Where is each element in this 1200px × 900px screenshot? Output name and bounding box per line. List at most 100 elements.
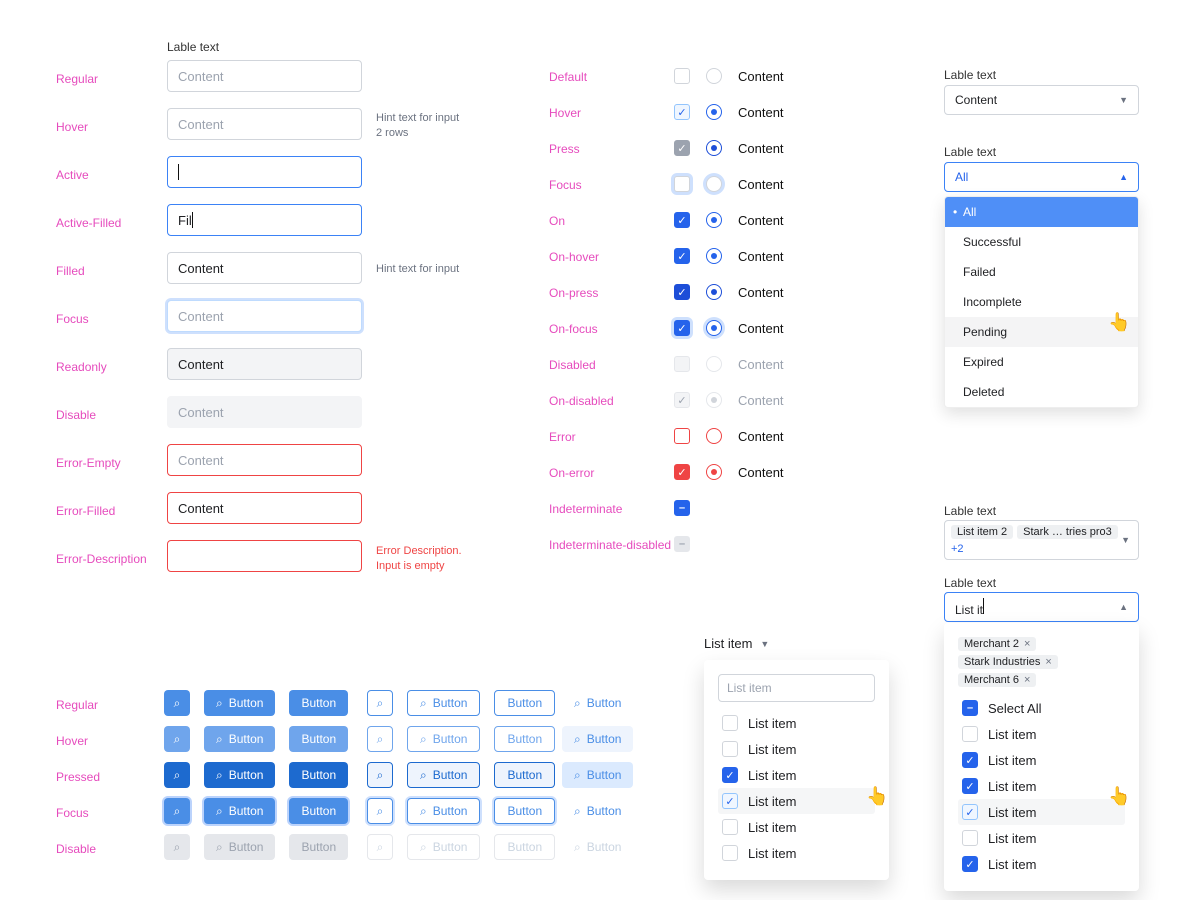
icon-button-primary[interactable]: ⌕ bbox=[164, 798, 190, 824]
list-item[interactable]: ✓List item bbox=[958, 747, 1125, 773]
select-all-row[interactable]: – Select All bbox=[958, 695, 1125, 721]
list-item[interactable]: List item bbox=[958, 825, 1125, 851]
checkbox-on-error[interactable]: ✓ bbox=[674, 464, 690, 480]
input-error-desc[interactable] bbox=[167, 540, 362, 572]
button-primary[interactable]: Button bbox=[289, 690, 348, 716]
button-outline[interactable]: ⌕Button bbox=[407, 690, 480, 716]
input-hover[interactable]: Content bbox=[167, 108, 362, 140]
radio-on-error[interactable] bbox=[706, 464, 722, 480]
select-option[interactable]: Pending bbox=[945, 317, 1138, 347]
checkbox-indeterminate[interactable]: – bbox=[674, 500, 690, 516]
list-item[interactable]: ✓List item bbox=[958, 851, 1125, 877]
checkbox[interactable]: ✓ bbox=[962, 778, 978, 794]
list-item[interactable]: ✓List item bbox=[958, 799, 1125, 825]
button-primary[interactable]: Button bbox=[289, 798, 348, 824]
input-error-empty[interactable]: Content bbox=[167, 444, 362, 476]
button-outline[interactable]: ⌕Button bbox=[407, 798, 480, 824]
button-text[interactable]: ⌕Button bbox=[562, 798, 633, 824]
checkbox-on[interactable]: ✓ bbox=[674, 212, 690, 228]
button-outline[interactable]: Button bbox=[494, 690, 555, 716]
button-primary[interactable]: ⌕Button bbox=[204, 762, 275, 788]
input-filled[interactable]: Content bbox=[167, 252, 362, 284]
icon-button-outline[interactable]: ⌕ bbox=[367, 690, 393, 716]
button-outline[interactable]: Button bbox=[494, 798, 555, 824]
checkbox[interactable]: ✓ bbox=[962, 856, 978, 872]
dropdown-search[interactable]: List item bbox=[718, 674, 875, 702]
icon-button-outline[interactable]: ⌕ bbox=[367, 762, 393, 788]
button-outline[interactable]: Button bbox=[494, 726, 555, 752]
button-primary[interactable]: ⌕Button bbox=[204, 690, 275, 716]
checkbox-hover[interactable]: ✓ bbox=[674, 104, 690, 120]
button-primary[interactable]: Button bbox=[289, 762, 348, 788]
list-item[interactable]: ✓List item bbox=[718, 788, 875, 814]
radio-error[interactable] bbox=[706, 428, 722, 444]
checkbox[interactable] bbox=[722, 741, 738, 757]
checkbox-press[interactable]: ✓ bbox=[674, 140, 690, 156]
input-active-filled[interactable]: Fil bbox=[167, 204, 362, 236]
dropdown-trigger[interactable]: List item ▼ bbox=[704, 636, 769, 651]
list-item[interactable]: ✓List item bbox=[958, 773, 1125, 799]
list-item[interactable]: ✓List item bbox=[718, 762, 875, 788]
checkbox[interactable] bbox=[722, 845, 738, 861]
radio-on-press[interactable] bbox=[706, 284, 722, 300]
icon-button-primary[interactable]: ⌕ bbox=[164, 690, 190, 716]
button-text[interactable]: ⌕Button bbox=[562, 762, 633, 788]
checkbox[interactable] bbox=[722, 819, 738, 835]
button-outline[interactable]: ⌕Button bbox=[407, 762, 480, 788]
radio-on[interactable] bbox=[706, 212, 722, 228]
icon-button-outline[interactable]: ⌕ bbox=[367, 798, 393, 824]
checkbox[interactable] bbox=[962, 830, 978, 846]
checkbox[interactable] bbox=[722, 715, 738, 731]
checkbox[interactable]: ✓ bbox=[722, 793, 738, 809]
button-primary[interactable]: ⌕Button bbox=[204, 798, 275, 824]
select-option[interactable]: Expired bbox=[945, 347, 1138, 377]
close-icon[interactable]: × bbox=[1024, 674, 1030, 686]
list-item[interactable]: List item bbox=[718, 736, 875, 762]
radio-default[interactable] bbox=[706, 68, 722, 84]
button-text[interactable]: ⌕Button bbox=[562, 726, 633, 752]
list-item[interactable]: List item bbox=[718, 840, 875, 866]
icon-button-outline[interactable]: ⌕ bbox=[367, 726, 393, 752]
button-text[interactable]: ⌕Button bbox=[562, 690, 633, 716]
icon-button-primary[interactable]: ⌕ bbox=[164, 762, 190, 788]
input-active[interactable] bbox=[167, 156, 362, 188]
list-item[interactable]: List item bbox=[718, 710, 875, 736]
select-closed[interactable]: Content ▼ bbox=[944, 85, 1139, 115]
checkbox-on-hover[interactable]: ✓ bbox=[674, 248, 690, 264]
checkbox-default[interactable] bbox=[674, 68, 690, 84]
select-option[interactable]: Deleted bbox=[945, 377, 1138, 407]
icon-button-primary[interactable]: ⌕ bbox=[164, 726, 190, 752]
list-item[interactable]: List item bbox=[718, 814, 875, 840]
radio-focus[interactable] bbox=[706, 176, 722, 192]
checkbox[interactable] bbox=[962, 726, 978, 742]
radio-on-hover[interactable] bbox=[706, 248, 722, 264]
input-focus[interactable]: Content bbox=[167, 300, 362, 332]
button-outline[interactable]: ⌕Button bbox=[407, 726, 480, 752]
button-outline[interactable]: Button bbox=[494, 762, 555, 788]
select-option[interactable]: Incomplete bbox=[945, 287, 1138, 317]
select-option[interactable]: All bbox=[945, 197, 1138, 227]
checkbox[interactable]: ✓ bbox=[722, 767, 738, 783]
radio-on-focus[interactable] bbox=[706, 320, 722, 336]
select-option[interactable]: Successful bbox=[945, 227, 1138, 257]
checkbox-focus[interactable] bbox=[674, 176, 690, 192]
select-option[interactable]: Failed bbox=[945, 257, 1138, 287]
list-item[interactable]: List item bbox=[958, 721, 1125, 747]
multiselect-more[interactable]: +2 bbox=[951, 543, 964, 555]
checkbox-on-focus[interactable]: ✓ bbox=[674, 320, 690, 336]
checkbox[interactable]: ✓ bbox=[962, 804, 978, 820]
checkbox[interactable]: ✓ bbox=[962, 752, 978, 768]
close-icon[interactable]: × bbox=[1024, 638, 1030, 650]
input-error-filled[interactable]: Content bbox=[167, 492, 362, 524]
multiselect-open-input[interactable]: List it ▲ bbox=[944, 592, 1139, 622]
button-primary[interactable]: Button bbox=[289, 726, 348, 752]
radio-hover[interactable] bbox=[706, 104, 722, 120]
checkbox-on-press[interactable]: ✓ bbox=[674, 284, 690, 300]
checkbox-indeterminate-icon[interactable]: – bbox=[962, 700, 978, 716]
button-primary[interactable]: ⌕Button bbox=[204, 726, 275, 752]
input-regular[interactable]: Content bbox=[167, 60, 362, 92]
multiselect-closed[interactable]: List item 2 Stark … tries pro3 +2 ▼ bbox=[944, 520, 1139, 560]
close-icon[interactable]: × bbox=[1045, 656, 1051, 668]
checkbox-error[interactable] bbox=[674, 428, 690, 444]
select-open[interactable]: All ▲ bbox=[944, 162, 1139, 192]
